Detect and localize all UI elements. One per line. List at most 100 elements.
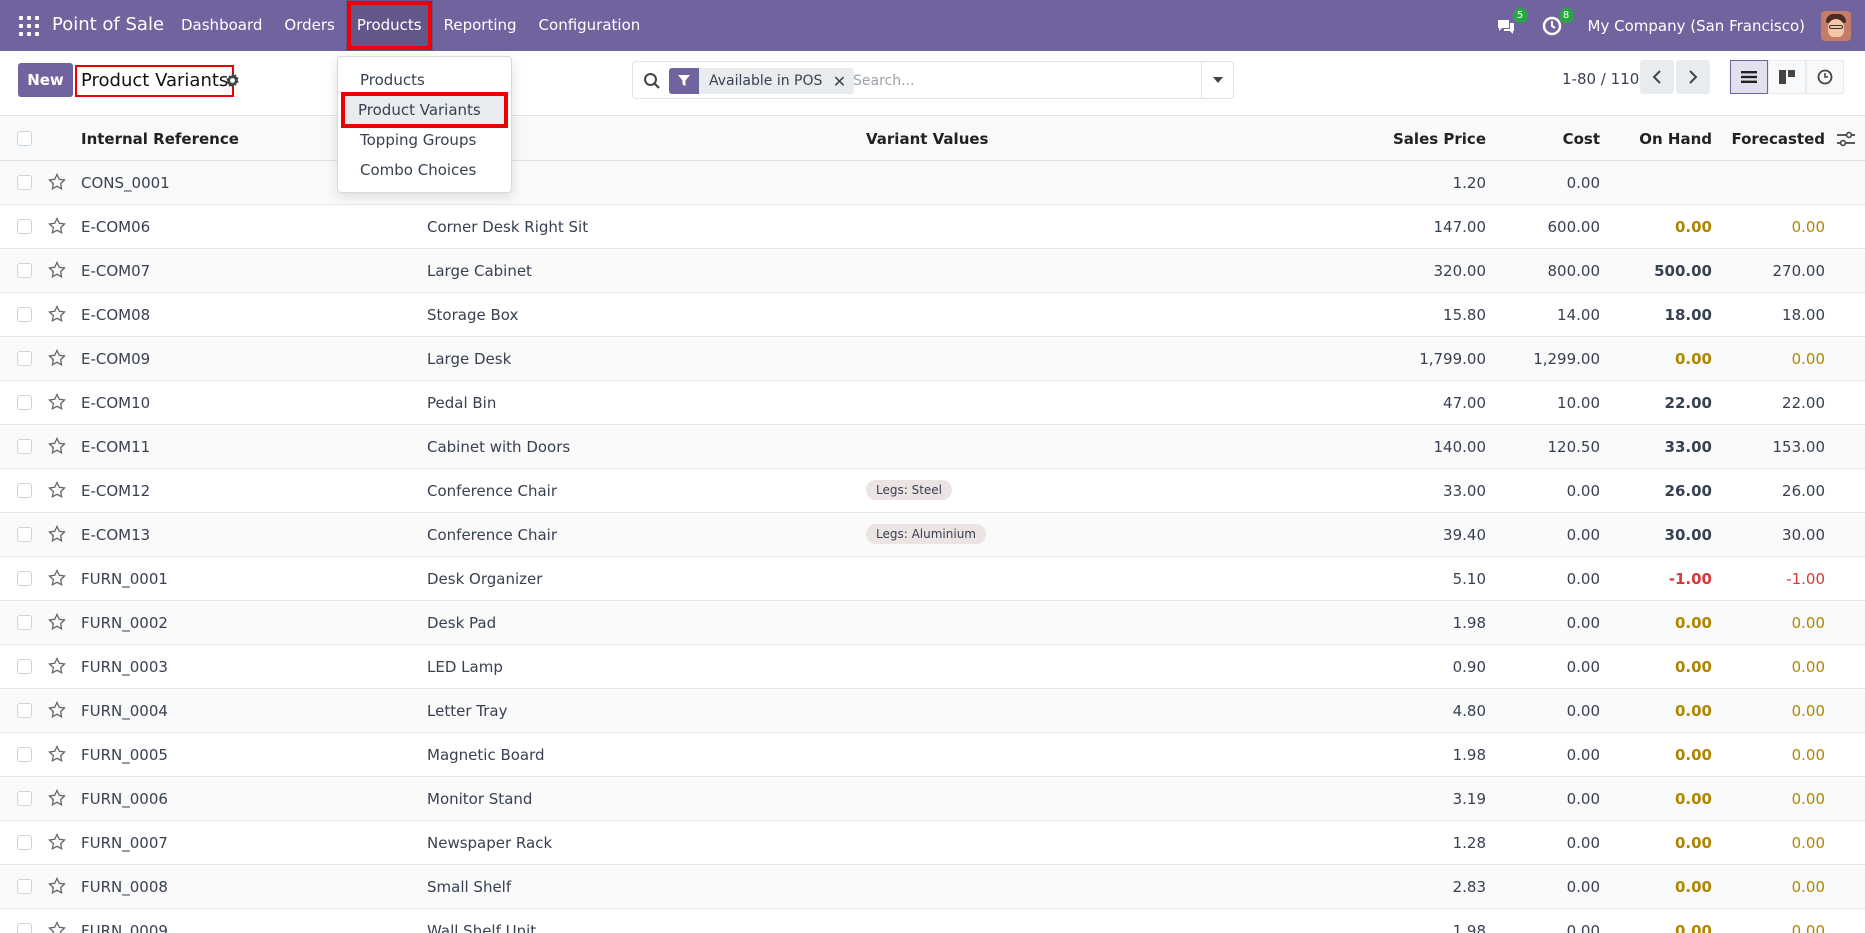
kanban-view-button[interactable] xyxy=(1768,60,1806,94)
dropdown-item-products[interactable]: Products xyxy=(338,65,511,95)
row-checkbox[interactable] xyxy=(17,615,32,630)
table-row[interactable]: FURN_0002 Desk Pad 1.98 0.00 0.00 0.00 xyxy=(0,601,1865,645)
select-all-checkbox[interactable] xyxy=(17,131,32,146)
search-input[interactable] xyxy=(853,68,1183,94)
row-checkbox[interactable] xyxy=(17,395,32,410)
favorite-star-icon[interactable] xyxy=(48,568,66,587)
header-variant-values[interactable]: Variant Values xyxy=(866,130,988,148)
app-grid-icon[interactable] xyxy=(19,16,39,36)
header-sales-price[interactable]: Sales Price xyxy=(1393,130,1486,148)
favorite-star-icon[interactable] xyxy=(48,392,66,411)
menu-reporting[interactable]: Reporting xyxy=(433,0,528,51)
row-checkbox[interactable] xyxy=(17,835,32,850)
row-checkbox[interactable] xyxy=(17,879,32,894)
new-button[interactable]: New xyxy=(18,63,73,97)
cell-internal-reference: E-COM07 xyxy=(81,262,151,280)
row-checkbox[interactable] xyxy=(17,219,32,234)
cell-product-name: Newspaper Rack xyxy=(427,834,553,852)
user-avatar[interactable] xyxy=(1821,10,1851,41)
pager-next-button[interactable] xyxy=(1676,60,1710,94)
header-forecasted[interactable]: Forecasted xyxy=(1731,130,1825,148)
dropdown-item-topping-groups[interactable]: Topping Groups xyxy=(338,125,511,155)
cell-forecasted: 0.00 xyxy=(1791,834,1825,852)
row-checkbox[interactable] xyxy=(17,659,32,674)
pager-previous-button[interactable] xyxy=(1640,60,1674,94)
favorite-star-icon[interactable] xyxy=(48,260,66,279)
dropdown-item-product-variants[interactable]: Product Variants xyxy=(341,92,508,128)
table-header: Internal Reference Variant Values Sales … xyxy=(0,117,1865,161)
favorite-star-icon[interactable] xyxy=(48,612,66,631)
favorite-star-icon[interactable] xyxy=(48,700,66,719)
menu-dashboard[interactable]: Dashboard xyxy=(170,0,273,51)
table-row[interactable]: FURN_0009 Wall Shelf Unit 1.98 0.00 0.00 0.00 xyxy=(0,909,1865,933)
table-row[interactable]: E-COM07 Large Cabinet 320.00 800.00 500.00 27… xyxy=(0,249,1865,293)
activities-clock-icon[interactable]: 8 xyxy=(1542,7,1574,36)
app-name[interactable]: Point of Sale xyxy=(52,14,164,35)
favorite-star-icon[interactable] xyxy=(48,348,66,367)
cell-sales-price: 320.00 xyxy=(1433,262,1487,280)
menu-configuration[interactable]: Configuration xyxy=(528,0,652,51)
messages-icon[interactable]: 5 xyxy=(1496,7,1528,36)
company-switcher[interactable]: My Company (San Francisco) xyxy=(1588,17,1805,35)
cell-on-hand: 0.00 xyxy=(1674,834,1712,852)
row-checkbox[interactable] xyxy=(17,439,32,454)
favorite-star-icon[interactable] xyxy=(48,524,66,543)
favorite-star-icon[interactable] xyxy=(48,832,66,851)
table-row[interactable]: FURN_0007 Newspaper Rack 1.28 0.00 0.00 0.00 xyxy=(0,821,1865,865)
header-cost[interactable]: Cost xyxy=(1563,130,1600,148)
remove-facet-icon[interactable]: ✕ xyxy=(830,72,848,91)
row-checkbox[interactable] xyxy=(17,571,32,586)
cell-cost: 0.00 xyxy=(1566,746,1600,764)
menu-orders[interactable]: Orders xyxy=(273,0,345,51)
favorite-star-icon[interactable] xyxy=(48,436,66,455)
table-row[interactable]: E-COM06 Corner Desk Right Sit 147.00 600.00… xyxy=(0,205,1865,249)
pager-value[interactable]: 1-80 / 110 xyxy=(1562,70,1639,88)
header-internal-reference[interactable]: Internal Reference xyxy=(81,130,239,148)
table-row[interactable]: E-COM09 Large Desk 1,799.00 1,299.00 0.00 0.0… xyxy=(0,337,1865,381)
favorite-star-icon[interactable] xyxy=(48,172,66,191)
optional-columns-icon[interactable] xyxy=(1837,131,1855,147)
row-checkbox[interactable] xyxy=(17,263,32,278)
favorite-star-icon[interactable] xyxy=(48,304,66,323)
favorite-star-icon[interactable] xyxy=(48,480,66,499)
cell-cost: 0.00 xyxy=(1566,834,1600,852)
table-row[interactable]: FURN_0003 LED Lamp 0.90 0.00 0.00 0.00 xyxy=(0,645,1865,689)
favorite-star-icon[interactable] xyxy=(48,920,66,933)
table-row[interactable]: CONS_0001Pen1.200.00 xyxy=(0,161,1865,205)
row-checkbox[interactable] xyxy=(17,351,32,366)
row-checkbox[interactable] xyxy=(17,307,32,322)
search-icon[interactable] xyxy=(643,72,661,90)
row-checkbox[interactable] xyxy=(17,791,32,806)
favorite-star-icon[interactable] xyxy=(48,744,66,763)
messages-badge: 5 xyxy=(1512,7,1528,23)
table-row[interactable]: E-COM08 Storage Box 15.80 14.00 18.00 18.00 xyxy=(0,293,1865,337)
table-row[interactable]: E-COM10 Pedal Bin 47.00 10.00 22.00 22.00 xyxy=(0,381,1865,425)
row-checkbox[interactable] xyxy=(17,703,32,718)
row-checkbox[interactable] xyxy=(17,483,32,498)
row-checkbox[interactable] xyxy=(17,923,32,933)
favorite-star-icon[interactable] xyxy=(48,788,66,807)
favorite-star-icon[interactable] xyxy=(48,216,66,235)
table-row[interactable]: E-COM13 Conference Chair Legs: Aluminium 39… xyxy=(0,513,1865,557)
row-checkbox[interactable] xyxy=(17,175,32,190)
list-view-button[interactable] xyxy=(1730,60,1768,94)
cell-forecasted: 0.00 xyxy=(1791,614,1825,632)
search-options-toggle[interactable] xyxy=(1201,62,1233,98)
favorite-star-icon[interactable] xyxy=(48,656,66,675)
table-row[interactable]: FURN_0005 Magnetic Board 1.98 0.00 0.00 0.00 xyxy=(0,733,1865,777)
cell-internal-reference: E-COM13 xyxy=(81,526,151,544)
row-checkbox[interactable] xyxy=(17,747,32,762)
table-row[interactable]: FURN_0006 Monitor Stand 3.19 0.00 0.00 0.00 xyxy=(0,777,1865,821)
favorite-star-icon[interactable] xyxy=(48,876,66,895)
menu-products[interactable]: Products xyxy=(345,0,433,51)
table-row[interactable]: FURN_0004 Letter Tray 4.80 0.00 0.00 0.00 xyxy=(0,689,1865,733)
header-on-hand[interactable]: On Hand xyxy=(1639,130,1712,148)
activity-view-button[interactable] xyxy=(1806,60,1844,94)
dropdown-item-combo-choices[interactable]: Combo Choices xyxy=(338,155,511,185)
table-row[interactable]: FURN_0001 Desk Organizer 5.10 0.00 -1.00 -1.0… xyxy=(0,557,1865,601)
row-checkbox[interactable] xyxy=(17,527,32,542)
table-row[interactable]: FURN_0008 Small Shelf 2.83 0.00 0.00 0.00 xyxy=(0,865,1865,909)
table-row[interactable]: E-COM12 Conference Chair Legs: Steel 33.00 0… xyxy=(0,469,1865,513)
gear-icon[interactable] xyxy=(225,73,240,88)
table-row[interactable]: E-COM11 Cabinet with Doors 140.00 120.50 33.… xyxy=(0,425,1865,469)
